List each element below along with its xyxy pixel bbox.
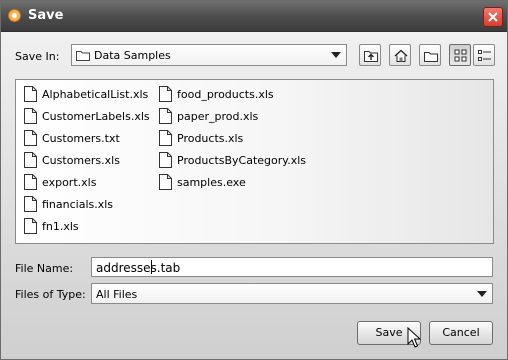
folder-icon (76, 51, 90, 61)
file-name: samples.exe (177, 176, 246, 189)
up-one-level-button[interactable] (359, 44, 381, 66)
list-view-button[interactable] (449, 44, 471, 66)
title-bar[interactable]: Save (1, 1, 507, 32)
save-in-value: Data Samples (94, 49, 171, 62)
window-title: Save (28, 8, 64, 23)
file-name: financials.xls (42, 198, 114, 211)
file-name: AlphabeticalList.xls (42, 88, 149, 101)
home-button[interactable] (389, 44, 411, 66)
save-dialog: Save Save In: Data Samples AlphabeticalL… (0, 0, 508, 360)
file-name: ProductsByCategory.xls (177, 154, 307, 167)
file-name-value: addresses.tab (96, 261, 181, 275)
text-caret (151, 260, 152, 274)
file-icon (159, 174, 172, 190)
file-icon (24, 218, 37, 234)
file-icon (24, 86, 37, 102)
save-in-dropdown[interactable]: Data Samples (71, 44, 347, 66)
file-icon (24, 152, 37, 168)
mouse-pointer-icon (407, 327, 421, 348)
file-type-value: All Files (96, 288, 138, 301)
file-icon (159, 130, 172, 146)
file-icon (159, 152, 172, 168)
app-icon (8, 9, 21, 22)
chevron-down-icon[interactable] (331, 52, 341, 58)
file-list[interactable]: AlphabeticalList.xls CustomerLabels.xls Cu… (15, 79, 494, 244)
file-name-label: File Name: (15, 262, 74, 275)
home-icon (394, 49, 408, 62)
file-name: fn1.xls (42, 220, 79, 233)
file-icon (24, 196, 37, 212)
file-type-label: Files of Type: (15, 288, 86, 301)
file-icon (24, 174, 37, 190)
file-name: food_products.xls (177, 88, 274, 101)
folder-up-icon (364, 51, 378, 62)
file-icon (24, 108, 37, 124)
cancel-button[interactable]: Cancel (429, 321, 493, 345)
file-name: Customers.txt (42, 132, 120, 145)
file-name: Products.xls (177, 132, 244, 145)
new-folder-icon (424, 52, 438, 62)
file-icon (159, 86, 172, 102)
file-icon (159, 108, 172, 124)
close-button[interactable] (483, 7, 503, 27)
chevron-down-icon[interactable] (477, 291, 487, 297)
save-in-label: Save In: (15, 50, 60, 63)
details-view-button[interactable] (473, 44, 495, 66)
list-view-icon (454, 49, 467, 62)
details-view-icon (478, 50, 491, 61)
file-type-dropdown[interactable]: All Files (91, 283, 493, 304)
new-folder-button[interactable] (419, 44, 441, 66)
file-name: export.xls (42, 176, 97, 189)
close-icon (488, 12, 498, 22)
file-icon (24, 130, 37, 146)
file-name-input[interactable]: addresses.tab (91, 257, 493, 277)
file-name: Customers.xls (42, 154, 120, 167)
file-name: CustomerLabels.xls (42, 110, 150, 123)
file-name: paper_prod.xls (177, 110, 259, 123)
